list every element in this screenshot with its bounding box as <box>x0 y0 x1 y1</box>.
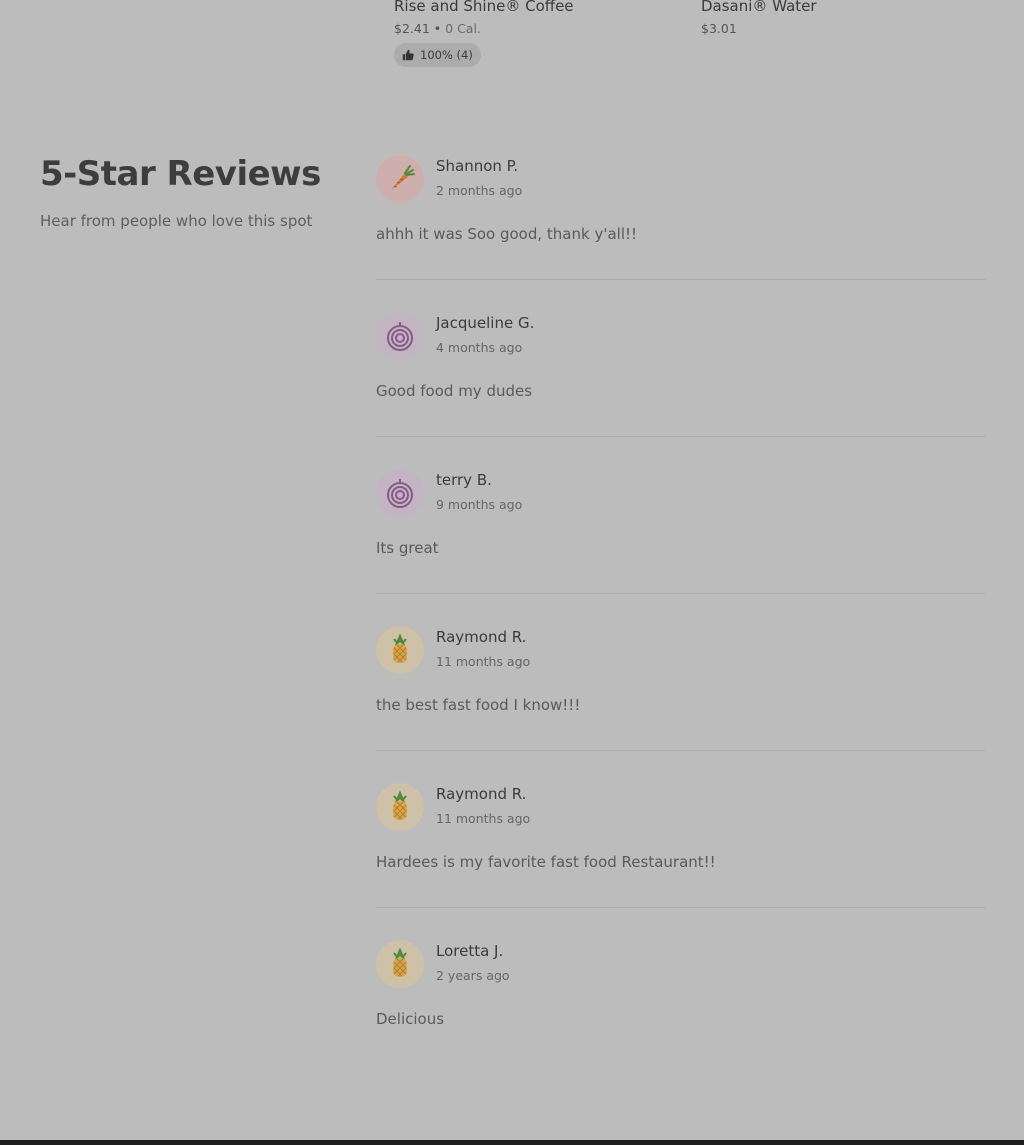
review-item: terry B. 9 months ago Its great <box>376 469 985 626</box>
meta-separator: • <box>433 21 442 36</box>
avatar <box>376 469 424 517</box>
thumbs-up-icon <box>402 49 414 61</box>
avatar <box>376 626 424 674</box>
review-item: Raymond R. 11 months ago the best fast f… <box>376 626 985 783</box>
avatar <box>376 312 424 360</box>
review-item: Raymond R. 11 months ago Hardees is my f… <box>376 783 985 940</box>
menu-item-price: $3.01 <box>701 21 737 36</box>
onion-icon <box>387 479 413 508</box>
review-text: Good food my dudes <box>376 382 533 400</box>
menu-item-price: $2.41 <box>394 21 430 36</box>
avatar <box>376 155 424 203</box>
section-title: 5-Star Reviews <box>40 154 321 194</box>
menu-item-meta: $3.01 <box>701 21 737 36</box>
review-time: 11 months ago <box>436 811 531 826</box>
menu-item-name: Rise and Shine® Coffee <box>394 0 574 15</box>
review-time: 9 months ago <box>436 497 523 512</box>
footer-edge <box>0 1140 1024 1145</box>
review-text: Hardees is my favorite fast food Restaur… <box>376 853 716 871</box>
divider <box>376 436 985 437</box>
review-item: Shannon P. 2 months ago ahhh it was Soo … <box>376 155 985 312</box>
reviewer-name: Raymond R. <box>436 785 527 803</box>
reviewer-name: Jacqueline G. <box>436 314 535 332</box>
review-time: 11 months ago <box>436 654 531 669</box>
review-time: 2 months ago <box>436 183 523 198</box>
review-text: ahhh it was Soo good, thank y'all!! <box>376 225 638 243</box>
rating-text: 100% (4) <box>420 48 473 62</box>
reviewer-name: Shannon P. <box>436 157 519 175</box>
divider <box>376 750 985 751</box>
avatar <box>376 783 424 831</box>
review-time: 4 months ago <box>436 340 523 355</box>
onion-icon <box>387 322 413 351</box>
reviewer-name: terry B. <box>436 471 492 489</box>
pineapple-icon <box>393 947 407 977</box>
menu-item-name: Dasani® Water <box>701 0 817 15</box>
reviewer-name: Loretta J. <box>436 942 504 960</box>
menu-item-meta: $2.41 • 0 Cal. <box>394 21 481 36</box>
review-text: the best fast food I know!!! <box>376 696 581 714</box>
section-subtitle: Hear from people who love this spot <box>40 212 313 230</box>
reviewer-name: Raymond R. <box>436 628 527 646</box>
carrot-icon <box>391 165 415 190</box>
avatar <box>376 940 424 988</box>
review-item: Loretta J. 2 years ago Delicious <box>376 940 985 1097</box>
divider <box>376 593 985 594</box>
pineapple-icon <box>393 790 407 820</box>
menu-item-calories: 0 Cal. <box>445 21 481 36</box>
reviews-list: Shannon P. 2 months ago ahhh it was Soo … <box>376 155 985 1097</box>
review-text: Delicious <box>376 1010 445 1028</box>
rating-badge: 100% (4) <box>394 43 481 67</box>
divider <box>376 279 985 280</box>
divider <box>376 907 985 908</box>
review-text: Its great <box>376 539 439 557</box>
review-time: 2 years ago <box>436 968 510 983</box>
review-item: Jacqueline G. 4 months ago Good food my … <box>376 312 985 469</box>
pineapple-icon <box>393 633 407 663</box>
